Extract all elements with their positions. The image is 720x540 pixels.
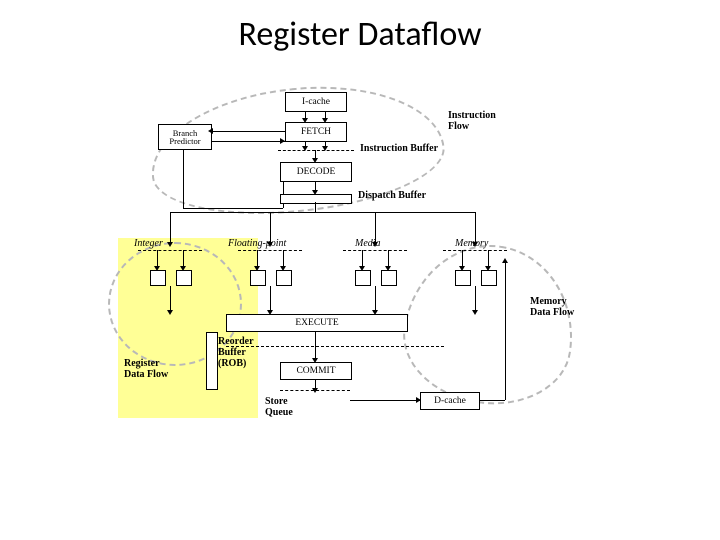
pipeline-diagram: I-cache FETCH Branch Predictor Instructi… [130, 90, 590, 460]
instruction-flow-label: Instruction Flow [448, 110, 518, 132]
fu-mem-1 [455, 270, 471, 286]
integer-label: Integer [134, 238, 163, 249]
memory-data-flow-label: Memory Data Flow [530, 296, 586, 318]
instruction-buffer-label: Instruction Buffer [360, 143, 438, 154]
memory-dataflow-ring [395, 234, 584, 415]
floating-point-label: Floating-point [228, 238, 286, 249]
register-data-flow-label: Register Data Flow [124, 358, 180, 380]
page-title: Register Dataflow [0, 14, 720, 55]
commit-block: COMMIT [280, 362, 352, 380]
fu-mem-2 [481, 270, 497, 286]
store-queue-label: Store Queue [265, 396, 305, 418]
dispatch-buffer-label: Dispatch Buffer [358, 190, 426, 201]
fetch-block: FETCH [285, 122, 347, 142]
instruction-buffer-bar [278, 150, 354, 151]
branch-predictor-block: Branch Predictor [158, 124, 212, 150]
memory-label: Memory [455, 238, 488, 249]
fu-media-2 [381, 270, 397, 286]
fu-fp-2 [276, 270, 292, 286]
icache-block: I-cache [285, 92, 347, 112]
dispatch-buffer-bar [280, 194, 352, 204]
media-label: Media [355, 238, 381, 249]
fu-fp-1 [250, 270, 266, 286]
rob-bar [206, 332, 218, 390]
execute-block: EXECUTE [226, 314, 408, 332]
reorder-buffer-label: Reorder Buffer (ROB) [218, 336, 264, 369]
fu-integer-1 [150, 270, 166, 286]
fu-media-1 [355, 270, 371, 286]
dcache-block: D-cache [420, 392, 480, 410]
decode-block: DECODE [280, 162, 352, 182]
fu-integer-2 [176, 270, 192, 286]
